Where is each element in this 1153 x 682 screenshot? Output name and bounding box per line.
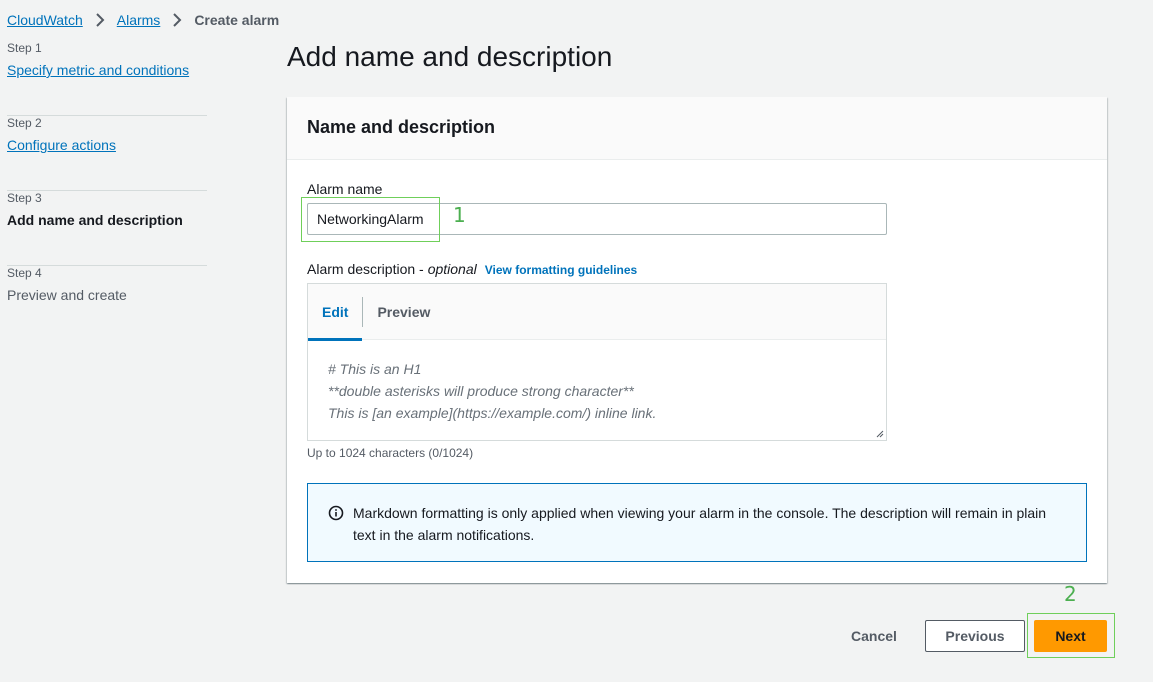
step-number: Step 1 [7, 41, 42, 55]
step-disabled-title: Preview and create [7, 287, 127, 303]
tab-edit[interactable]: Edit [308, 284, 363, 341]
breadcrumb-current: Create alarm [194, 12, 280, 28]
name-description-panel: Name and description Alarm name Alarm de… [287, 97, 1107, 583]
step-number: Step 4 [7, 266, 42, 280]
breadcrumb-alarms-link[interactable]: Alarms [117, 12, 161, 28]
step-link-configure-actions[interactable]: Configure actions [7, 137, 207, 153]
step-number: Step 3 [7, 191, 42, 205]
alarm-description-label: Alarm description - optional View format… [307, 261, 637, 277]
step-2: Step 2 Configure actions [7, 116, 207, 191]
breadcrumb-cloudwatch-link[interactable]: CloudWatch [7, 12, 83, 28]
info-text: Markdown formatting is only applied when… [353, 505, 1047, 543]
panel-header: Name and description [287, 97, 1107, 160]
annotation-marker-1: 1 [453, 203, 466, 227]
wizard-steps: Step 1 Specify metric and conditions Ste… [7, 41, 207, 341]
annotation-box-2 [1027, 613, 1115, 658]
page-title: Add name and description [287, 41, 613, 72]
step-number: Step 2 [7, 116, 42, 130]
annotation-box-1 [301, 197, 440, 242]
step-link-specify-metric[interactable]: Specify metric and conditions [7, 62, 207, 78]
placeholder-line: **double asterisks will produce strong c… [328, 383, 634, 399]
step-current-title: Add name and description [7, 212, 183, 228]
alarm-description-label-text: Alarm description - [307, 261, 424, 277]
placeholder-line: This is [an example](https://example.com… [328, 405, 657, 421]
alarm-description-textarea[interactable]: # This is an H1 **double asterisks will … [308, 340, 886, 440]
formatting-guidelines-link[interactable]: View formatting guidelines [485, 263, 637, 277]
step-1: Step 1 Specify metric and conditions [7, 41, 207, 116]
chevron-right-icon [95, 13, 105, 27]
editor-tabs: Edit Preview [308, 284, 886, 341]
previous-button[interactable]: Previous [925, 620, 1025, 652]
breadcrumb: CloudWatch Alarms Create alarm [7, 12, 279, 28]
resize-handle-icon[interactable] [876, 430, 884, 438]
annotation-marker-2: 2 [1064, 582, 1077, 606]
alarm-name-label: Alarm name [307, 181, 383, 197]
optional-tag: optional [427, 261, 477, 277]
info-alert: Markdown formatting is only applied when… [307, 483, 1087, 562]
step-4: Step 4 Preview and create [7, 266, 207, 341]
placeholder-line: # This is an H1 [328, 361, 422, 377]
chevron-right-icon [172, 13, 182, 27]
tab-preview[interactable]: Preview [363, 284, 444, 340]
panel-title: Name and description [307, 117, 496, 137]
step-3: Step 3 Add name and description [7, 191, 207, 266]
cancel-button[interactable]: Cancel [840, 620, 908, 652]
info-icon [328, 505, 344, 521]
character-count: Up to 1024 characters (0/1024) [307, 446, 474, 460]
markdown-editor: Edit Preview # This is an H1 **double as… [307, 283, 887, 441]
